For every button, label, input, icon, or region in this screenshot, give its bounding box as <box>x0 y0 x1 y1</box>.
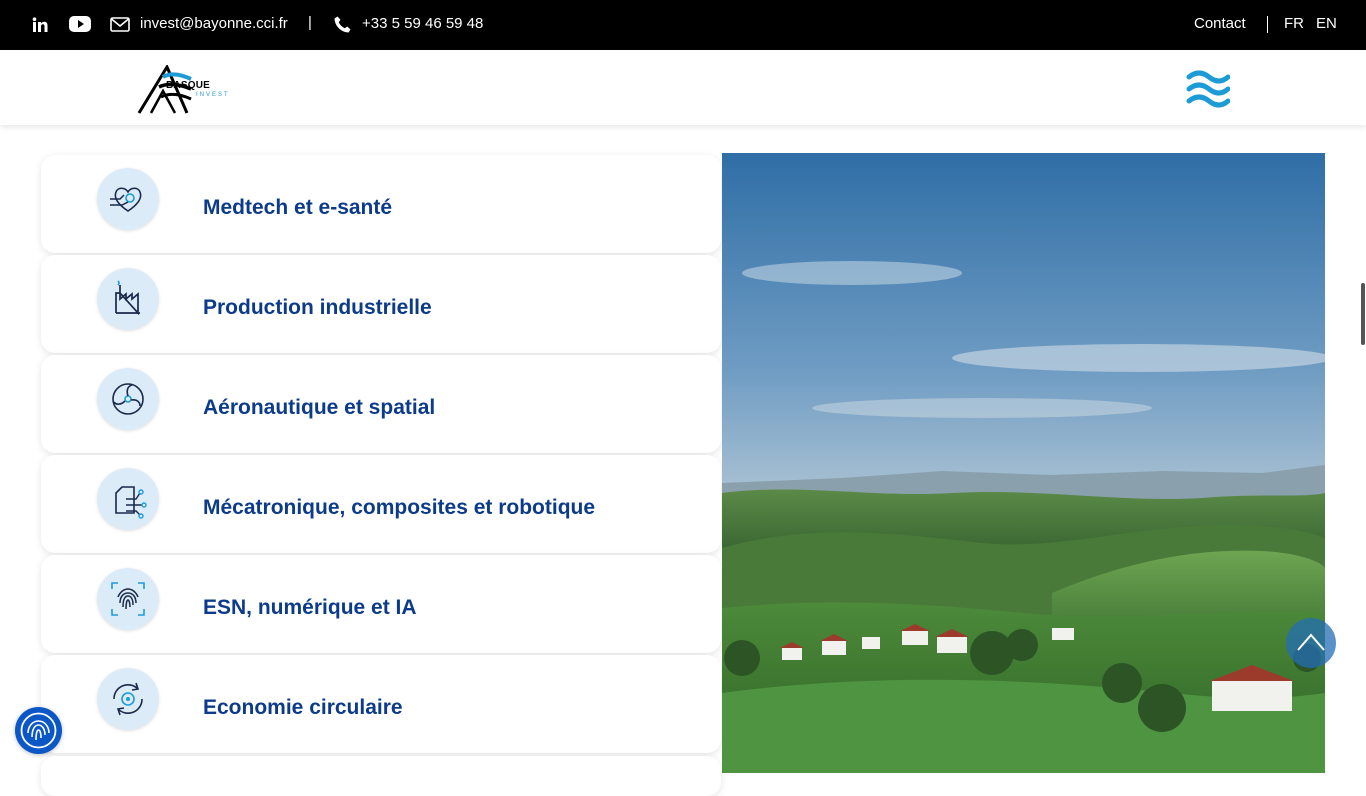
menu-waves-icon[interactable] <box>1186 68 1230 112</box>
sector-card-mecatronique[interactable]: Mécatronique, composites et robotique <box>41 455 721 553</box>
site-header: BASQUE INVEST <box>0 50 1366 125</box>
phone-icon <box>334 16 351 33</box>
phone-link[interactable]: +33 5 59 46 59 48 <box>362 15 483 33</box>
linkedin-icon[interactable] <box>32 17 48 33</box>
sector-card-aeronautique[interactable]: Aéronautique et spatial <box>41 355 721 453</box>
fingerprint-accessibility-icon <box>20 712 57 749</box>
logo-subtext: INVEST <box>196 92 230 98</box>
top-bar: invest@bayonne.cci.fr | +33 5 59 46 59 4… <box>0 0 1366 50</box>
lang-en-link[interactable]: EN <box>1316 15 1337 33</box>
logo-text: BASQUE <box>166 80 210 91</box>
page-scrollbar[interactable] <box>1361 283 1365 345</box>
topbar-divider <box>1267 16 1268 33</box>
recycle-target-icon <box>113 682 143 716</box>
sector-card-economie-circulaire[interactable]: Economie circulaire <box>41 655 721 753</box>
sector-label: Mécatronique, composites et robotique <box>203 496 596 519</box>
basque-invest-logo[interactable] <box>137 65 237 117</box>
mail-icon <box>110 17 130 32</box>
chevron-up-icon <box>1297 633 1325 651</box>
factory-icon <box>115 280 140 316</box>
fingerprint-icon <box>111 582 145 616</box>
circuit-icon <box>115 486 147 519</box>
heart-hand-icon <box>110 187 142 212</box>
sector-card-medtech[interactable]: Medtech et e-santé <box>41 155 721 253</box>
basque-landscape-photo <box>722 153 1325 773</box>
scroll-to-top-button[interactable] <box>1286 618 1336 668</box>
sector-card-production[interactable]: Production industrielle <box>41 255 721 353</box>
sector-label: Production industrielle <box>203 296 432 319</box>
sector-label: Medtech et e-santé <box>203 196 393 219</box>
accessibility-button[interactable] <box>15 707 62 754</box>
youtube-icon[interactable] <box>69 15 91 33</box>
lang-fr-link[interactable]: FR <box>1284 15 1304 33</box>
sector-label: ESN, numérique et IA <box>203 596 417 619</box>
contact-link[interactable]: Contact <box>1194 15 1246 33</box>
sector-label: Aéronautique et spatial <box>203 396 436 419</box>
topbar-separator: | <box>308 14 312 31</box>
sector-card-esn[interactable]: ESN, numérique et IA <box>41 555 721 653</box>
email-link[interactable]: invest@bayonne.cci.fr <box>140 15 288 33</box>
sector-card-partial[interactable] <box>41 756 721 796</box>
turbine-icon <box>112 383 144 415</box>
sector-label: Economie circulaire <box>203 696 403 719</box>
